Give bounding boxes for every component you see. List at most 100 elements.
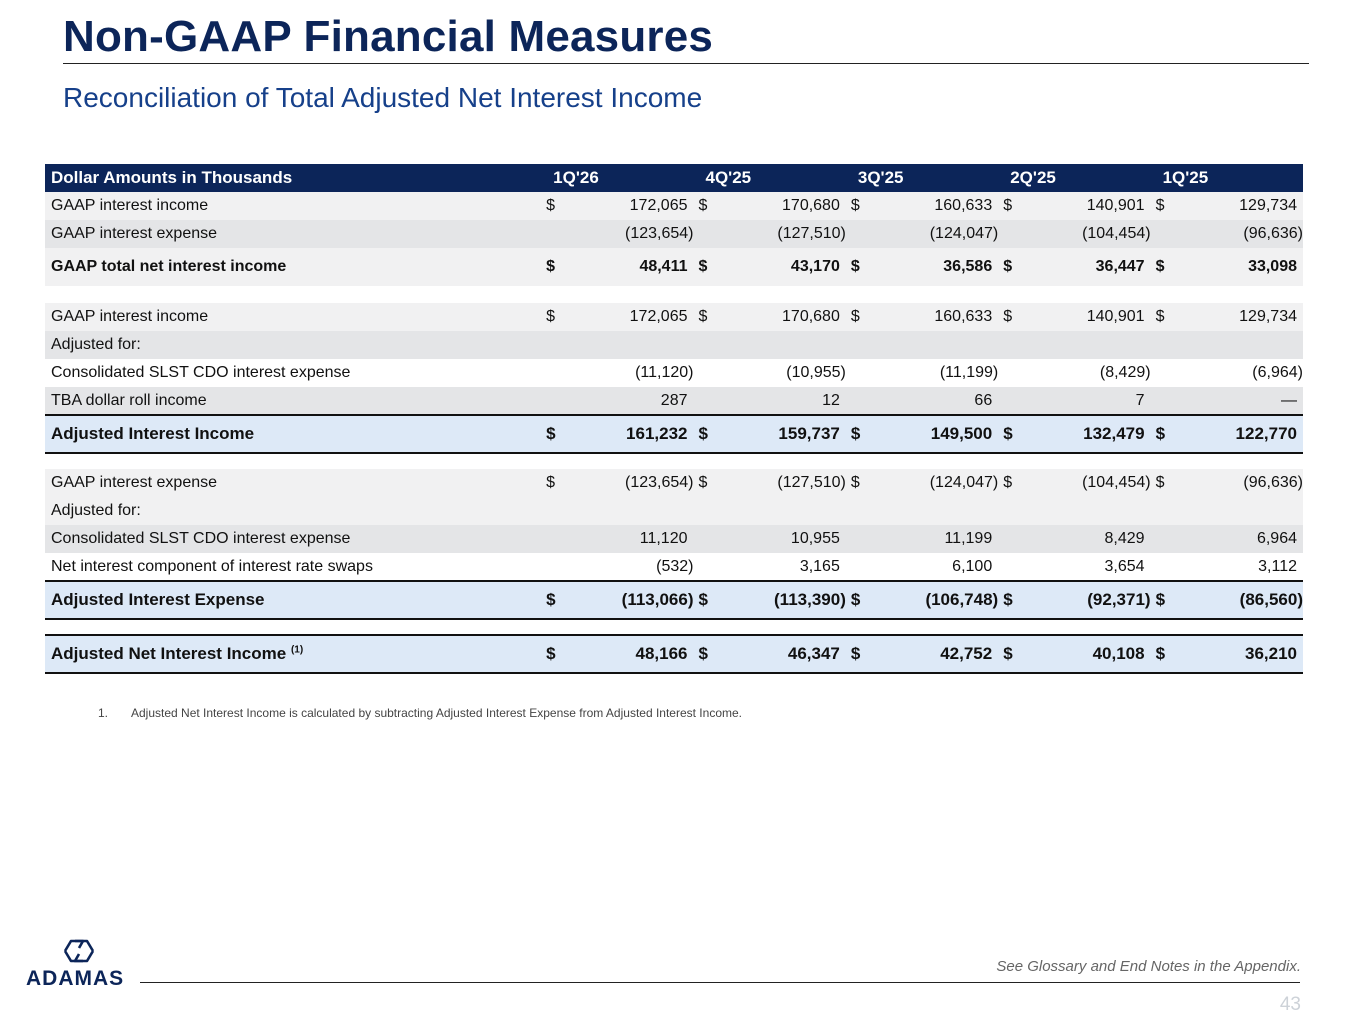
currency-symbol: $ [998,634,1029,674]
value-text: 161,232 [626,424,688,443]
value-text: (532) [656,557,694,575]
currency-symbol: $ [998,192,1029,220]
column-header-period: 3Q'25 [845,164,999,192]
currency-symbol: $ [693,303,724,331]
logo-wordmark: ADAMAS [26,967,125,990]
value-text: 140,901 [1086,197,1145,214]
currency-symbol [1150,387,1181,415]
currency-symbol: $ [845,634,876,674]
table-row-adjusted-interest-income: Adjusted Interest Income $161,232 $159,737… [45,414,1303,454]
table-row-adjusted-for: Adjusted for: [45,497,1303,525]
value-text: 12 [822,391,840,409]
value-text: (127,510) [777,225,846,242]
currency-symbol [693,331,724,359]
value-cell: 33,098 [1180,248,1303,286]
currency-symbol [998,497,1029,525]
currency-symbol: $ [541,580,572,620]
title-divider [63,63,1309,64]
value-text: 36,447 [1095,258,1145,275]
column-header-period: 1Q'25 [1150,164,1303,192]
value-text: 10,955 [790,530,840,547]
value-cell: 140,901 [1028,192,1151,220]
row-label-text: GAAP interest expense [51,225,218,242]
footnote-number: 1. [98,706,109,720]
currency-symbol [1150,220,1181,248]
currency-symbol: $ [1150,303,1181,331]
row-label: GAAP interest expense [45,220,542,248]
currency-symbol [998,525,1029,553]
value-cell: 159,737 [723,414,846,454]
row-label-text: Consolidated SLST CDO interest expense [51,530,351,547]
value-text: (96,636) [1243,225,1303,242]
value-cell: (104,454) [1028,220,1151,248]
value-text: 42,752 [940,644,993,663]
currency-symbol: $ [1150,414,1181,454]
value-cell: 287 [571,387,694,415]
value-text: (113,066) [621,590,694,609]
row-label-text: TBA dollar roll income [51,391,207,409]
value-text: 7 [1135,391,1145,409]
currency-symbol: $ [693,634,724,674]
value-cell: 3,654 [1028,553,1151,581]
value-text: (92,371) [1087,590,1151,609]
value-cell: (8,429) [1028,359,1151,387]
row-label: Adjusted Interest Income [45,414,542,454]
value-cell [1028,497,1151,525]
row-label-text: Net interest component of interest rate … [51,557,373,575]
value-text: 129,734 [1239,308,1297,325]
row-label: Consolidated SLST CDO interest expense [45,359,542,387]
value-cell: (123,654) [571,469,694,497]
value-cell: (96,636) [1180,220,1303,248]
value-cell: 6,964 [1180,525,1303,553]
table-row-gaap-total-net-interest-income: GAAP total net interest income $48,411 $43… [45,248,1303,286]
value-cell: (6,964) [1180,359,1303,387]
currency-symbol: $ [541,303,572,331]
currency-symbol [541,497,572,525]
row-label: GAAP interest income [45,192,542,220]
value-text: 43,170 [790,258,840,275]
value-cell: 11,199 [875,525,999,553]
table-row-slst-cdo-interest-expense: Consolidated SLST CDO interest expense 11… [45,525,1303,553]
row-label: TBA dollar roll income [45,387,542,415]
value-cell: 36,447 [1028,248,1151,286]
value-cell [1180,331,1303,359]
spacer-row [45,453,1303,469]
currency-symbol: $ [693,580,724,620]
value-cell: 46,347 [723,634,846,674]
currency-symbol [845,359,876,387]
value-text: — [1281,391,1297,409]
value-cell: 170,680 [723,192,846,220]
reconciliation-table: Dollar Amounts in Thousands 1Q'26 4Q'25 … [45,164,1303,674]
value-text: 287 [660,391,688,409]
currency-symbol: $ [693,192,724,220]
table-row-interest-rate-swaps: Net interest component of interest rate … [45,553,1303,581]
currency-symbol: $ [541,414,572,454]
table-header-row: Dollar Amounts in Thousands 1Q'26 4Q'25 … [45,164,1303,192]
currency-symbol [541,331,572,359]
currency-symbol: $ [998,414,1029,454]
value-cell: (532) [571,553,694,581]
currency-symbol: $ [1150,634,1181,674]
currency-symbol: $ [845,303,876,331]
row-label: GAAP total net interest income [45,248,542,286]
currency-symbol [1150,359,1181,387]
currency-symbol: $ [998,580,1029,620]
currency-symbol: $ [693,469,724,497]
currency-symbol [693,387,724,415]
currency-symbol [845,553,876,581]
currency-symbol [693,525,724,553]
value-cell: 12 [723,387,846,415]
value-text: 170,680 [782,197,840,214]
value-cell: (113,066) [571,580,694,620]
value-text: 66 [974,391,993,409]
table-row-gaap-interest-expense: GAAP interest expense $ (123,654) $ (127,510… [45,469,1303,497]
footer-divider [140,982,1300,983]
value-cell: 3,112 [1180,553,1303,581]
currency-symbol [541,525,572,553]
value-cell: 48,166 [571,634,694,674]
value-text: (123,654) [625,474,694,491]
row-label-text: Adjusted Interest Income [51,424,255,443]
currency-symbol [693,359,724,387]
value-text: 48,166 [635,644,688,663]
value-cell: 129,734 [1180,192,1303,220]
